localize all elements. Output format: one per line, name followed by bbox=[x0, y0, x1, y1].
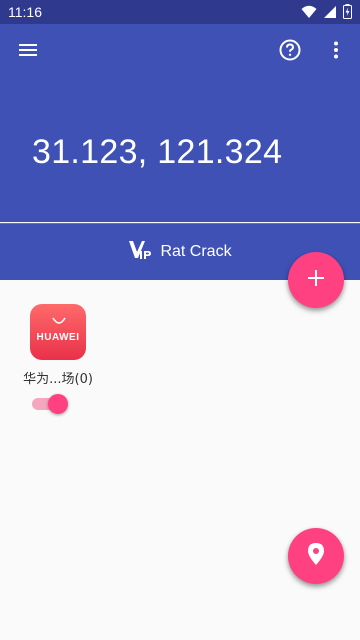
app-toggle[interactable] bbox=[28, 393, 68, 414]
status-bar: 11:16 bbox=[0, 0, 360, 24]
shopping-bag-icon bbox=[52, 312, 66, 331]
more-options-button[interactable] bbox=[318, 34, 354, 70]
app-item: HUAWEI 华为...场(0) bbox=[10, 298, 106, 414]
add-icon bbox=[307, 269, 325, 291]
help-button[interactable] bbox=[272, 34, 308, 70]
signal-icon bbox=[323, 5, 337, 19]
app-icon[interactable]: HUAWEI bbox=[30, 304, 86, 360]
toolbar bbox=[0, 24, 360, 80]
battery-icon bbox=[343, 4, 352, 19]
toggle-knob bbox=[48, 394, 68, 414]
help-icon bbox=[279, 39, 301, 65]
status-icons bbox=[301, 4, 352, 19]
menu-icon bbox=[18, 42, 38, 62]
app-header: 31.123, 121.324 bbox=[0, 24, 360, 222]
status-time: 11:16 bbox=[8, 4, 42, 20]
app-name: 华为...场(0) bbox=[23, 372, 93, 387]
location-pin-icon bbox=[308, 543, 324, 569]
location-button[interactable] bbox=[288, 528, 344, 584]
app-icon-label: HUAWEI bbox=[36, 332, 80, 343]
add-button[interactable] bbox=[288, 252, 344, 308]
coordinates-display: 31.123, 121.324 bbox=[32, 133, 283, 171]
screen: 11:16 31.123, 121.324 Rat Crack HUAWEI 华… bbox=[0, 0, 360, 640]
vip-icon bbox=[128, 239, 152, 265]
wifi-icon bbox=[301, 5, 317, 19]
vip-label: Rat Crack bbox=[160, 243, 232, 260]
more-vert-icon bbox=[333, 41, 339, 63]
menu-button[interactable] bbox=[10, 34, 46, 70]
